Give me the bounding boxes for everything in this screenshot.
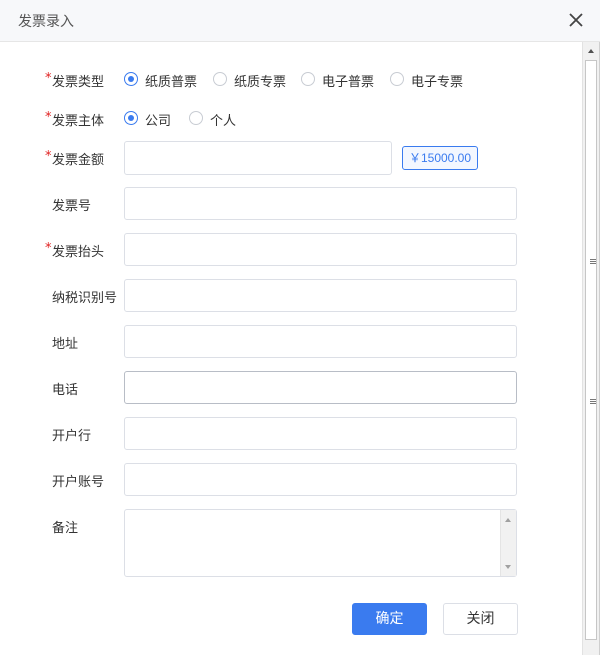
scroll-up-icon[interactable] (583, 44, 599, 58)
required-mark: * (45, 71, 52, 86)
dialog-scrollbar[interactable] (582, 42, 599, 655)
bank-input[interactable] (124, 417, 517, 450)
grip-icon (590, 399, 596, 404)
radio-label: 个人 (210, 114, 237, 129)
radio-label: 公司 (145, 114, 172, 129)
invoice-amount-input[interactable] (124, 141, 392, 175)
required-mark: * (45, 110, 52, 125)
tax-id-label: 纳税识别号 (52, 291, 118, 306)
remark-row: 备注 (0, 509, 580, 577)
radio-unchecked-icon (390, 72, 404, 86)
remark-textarea[interactable] (124, 509, 517, 577)
invoice-header-input[interactable] (124, 233, 517, 266)
bank-label: 开户行 (52, 429, 92, 444)
phone-label: 电话 (52, 383, 79, 398)
close-button[interactable]: 关闭 (443, 603, 518, 635)
radio-label: 电子专票 (411, 75, 464, 90)
dialog-title: 发票录入 (18, 14, 74, 30)
radio-label: 纸质专票 (234, 75, 287, 90)
radio-unchecked-icon (213, 72, 227, 86)
bank-account-input[interactable] (124, 463, 517, 496)
invoice-subject-label: * 发票主体 (45, 110, 105, 129)
bank-account-label: 开户账号 (52, 475, 105, 490)
invoice-header-label-text: 发票抬头 (52, 245, 105, 260)
confirm-button[interactable]: 确定 (352, 603, 427, 635)
dialog-titlebar: 发票录入 (0, 0, 600, 42)
address-row: 地址 (0, 325, 580, 359)
required-mark: * (45, 241, 52, 256)
remark-scrollbar[interactable] (500, 510, 516, 576)
invoice-type-label: * 发票类型 (45, 71, 105, 90)
invoice-subject-row: * 发票主体 公司 个人 (0, 109, 580, 129)
radio-unchecked-icon (189, 111, 203, 125)
address-label: 地址 (52, 337, 79, 352)
invoice-amount-row: * 发票金额 ￥15000.00 (0, 141, 580, 175)
remark-label: 备注 (52, 521, 79, 536)
invoice-type-row: * 发票类型 纸质普票 纸质专票 电子普票 电子专票 (0, 70, 580, 90)
radio-label: 纸质普票 (145, 75, 198, 90)
address-input[interactable] (124, 325, 517, 358)
invoice-header-row: * 发票抬头 (0, 233, 580, 267)
invoice-amount-label: * 发票金额 (45, 149, 105, 168)
phone-input[interactable] (124, 371, 517, 404)
invoice-amount-label-text: 发票金额 (52, 153, 105, 168)
grip-icon (590, 259, 596, 264)
bank-account-row: 开户账号 (0, 463, 580, 497)
invoice-entry-dialog: 发票录入 * 发票类型 纸质普票 纸质专票 电子普票 电子专票 * 发票主体 公… (0, 0, 600, 655)
tax-id-input[interactable] (124, 279, 517, 312)
amount-badge: ￥15000.00 (402, 146, 478, 170)
invoice-type-label-text: 发票类型 (52, 75, 105, 90)
invoice-subject-label-text: 发票主体 (52, 114, 105, 129)
scrollbar-thumb[interactable] (585, 60, 597, 640)
bank-row: 开户行 (0, 417, 580, 451)
invoice-number-label: 发票号 (52, 199, 92, 214)
invoice-header-label: * 发票抬头 (45, 241, 105, 260)
radio-checked-icon (124, 72, 138, 86)
radio-checked-icon (124, 111, 138, 125)
invoice-number-input[interactable] (124, 187, 517, 220)
invoice-number-row: 发票号 (0, 187, 580, 221)
tax-id-row: 纳税识别号 (0, 279, 580, 313)
radio-unchecked-icon (301, 72, 315, 86)
phone-row: 电话 (0, 371, 580, 405)
required-mark: * (45, 149, 52, 164)
dialog-body: * 发票类型 纸质普票 纸质专票 电子普票 电子专票 * 发票主体 公司 个人 … (0, 42, 580, 655)
radio-label: 电子普票 (322, 75, 375, 90)
close-icon[interactable] (566, 10, 586, 30)
